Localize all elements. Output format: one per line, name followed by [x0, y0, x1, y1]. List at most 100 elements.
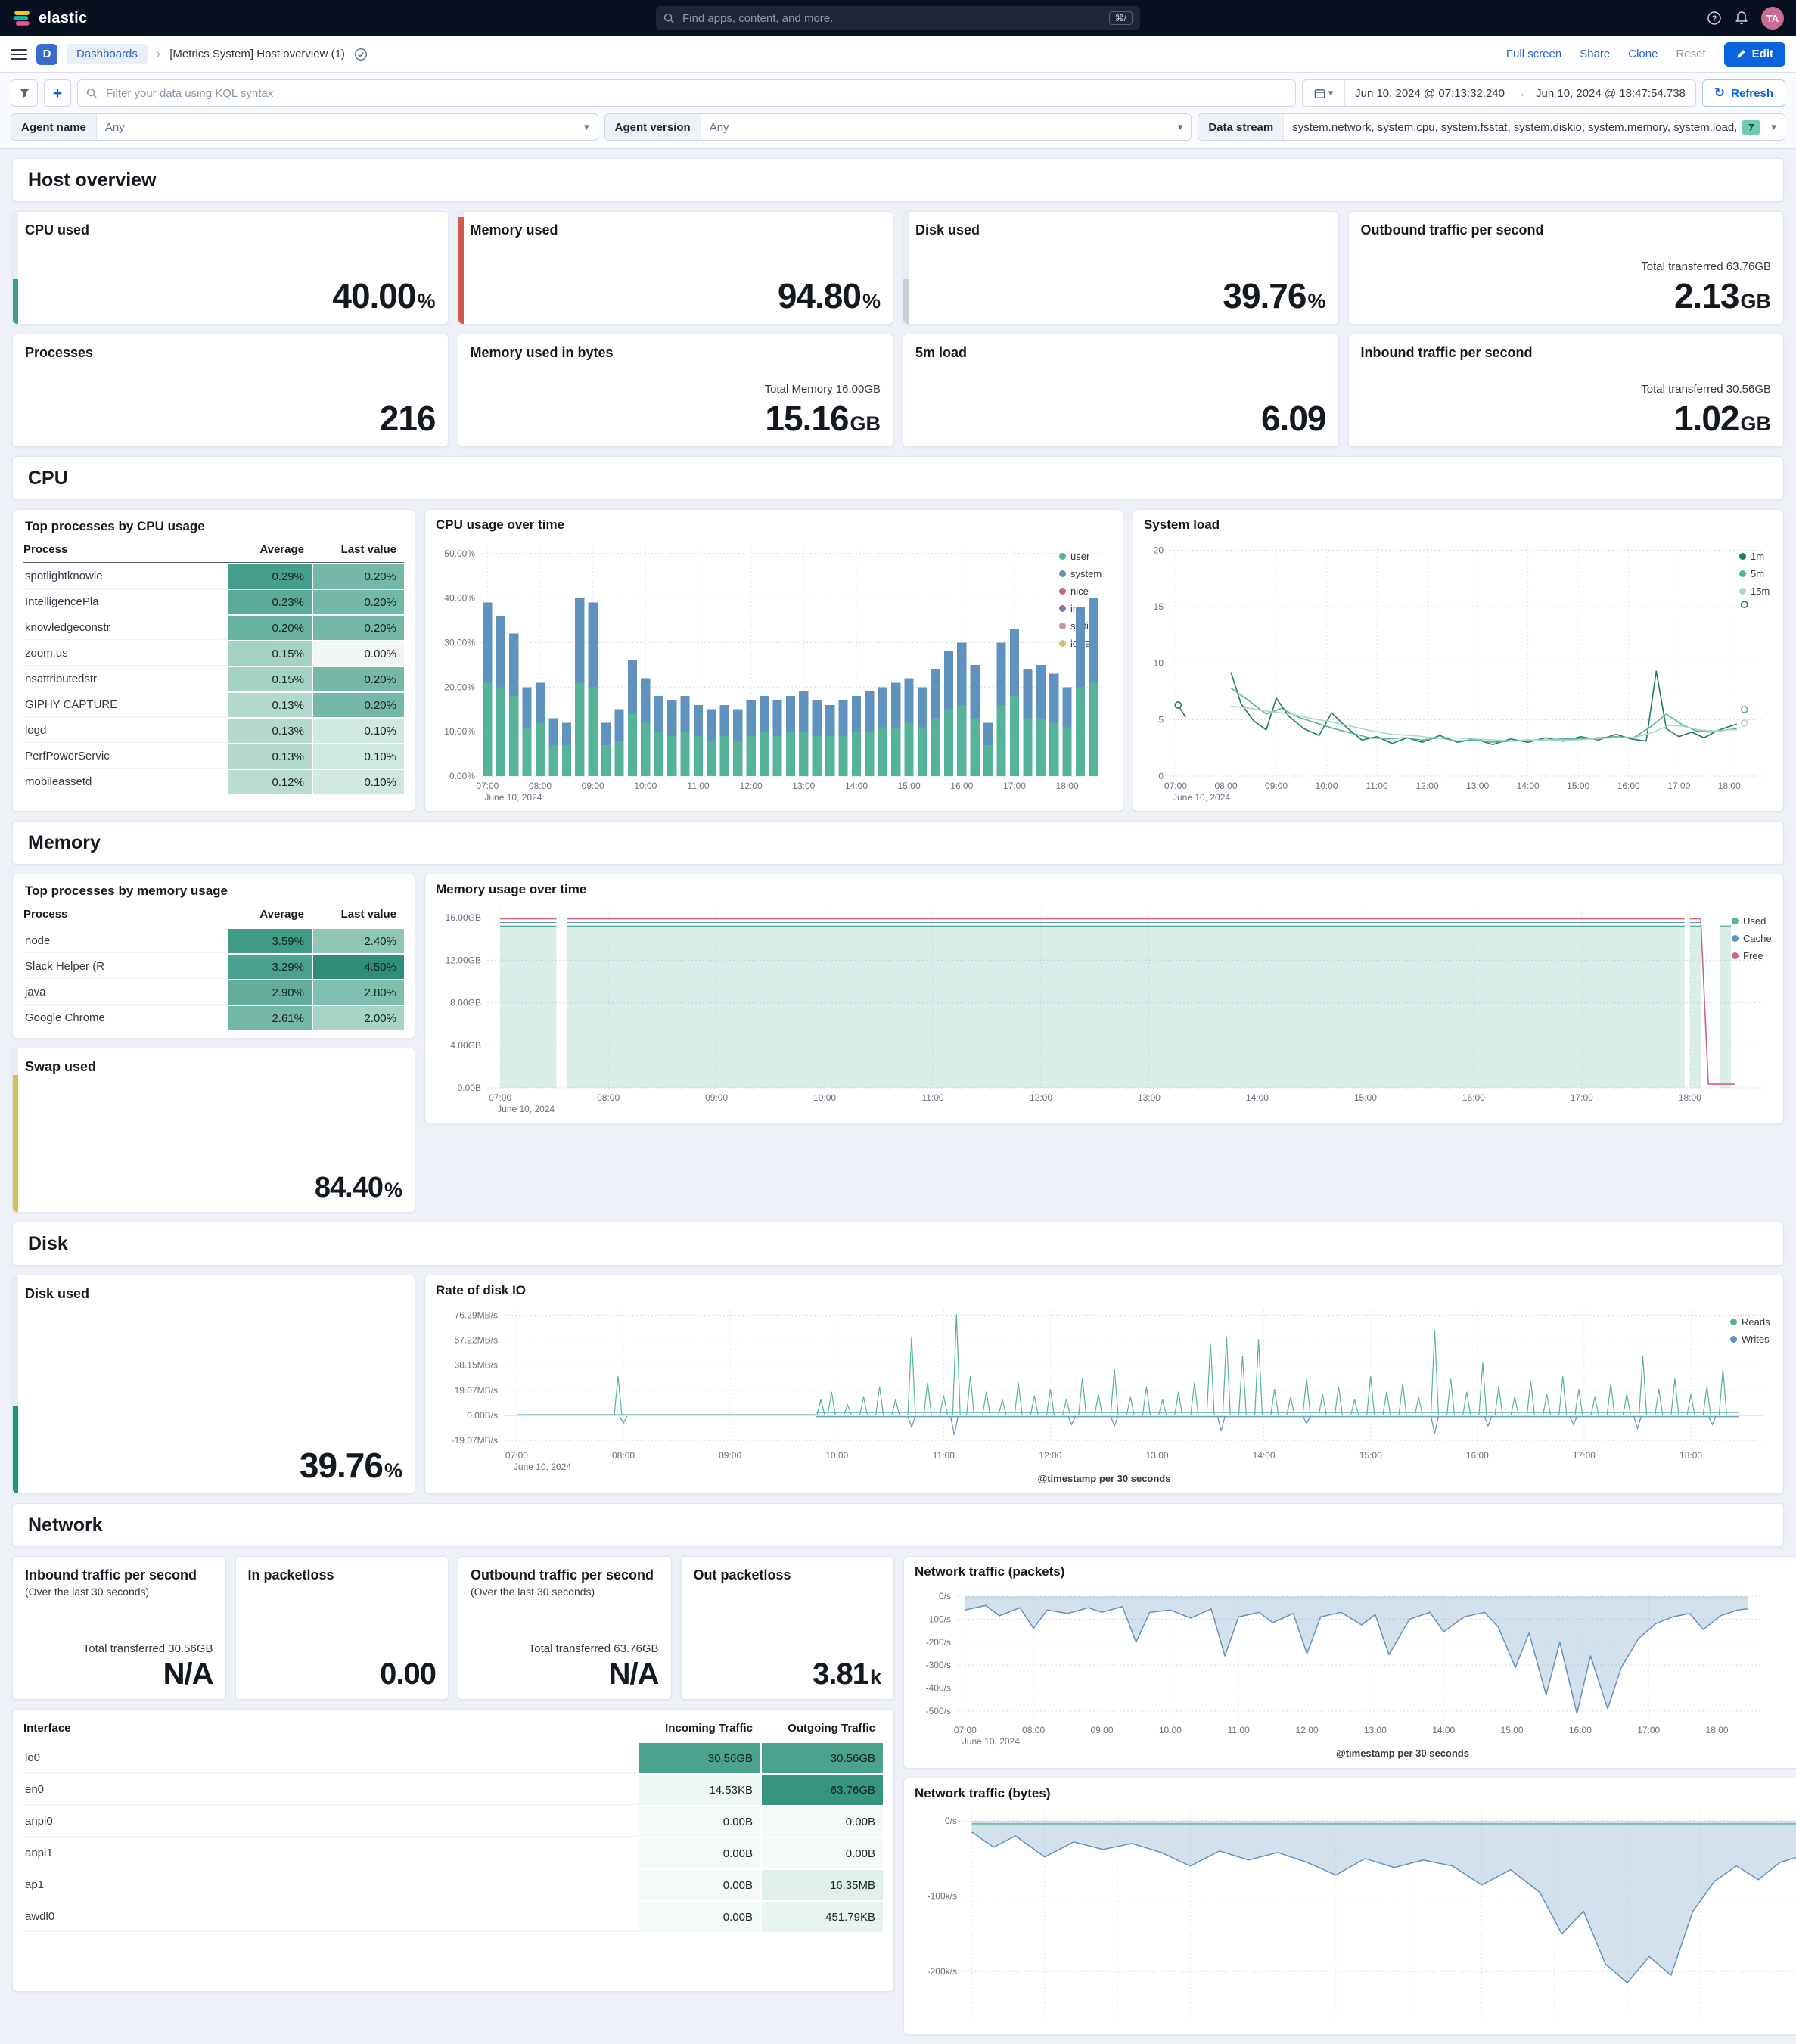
process-name: en0	[23, 1775, 638, 1805]
svg-text:16:00: 16:00	[950, 781, 973, 791]
table-row: GIPHY CAPTURE 0.13% 0.20%	[23, 693, 404, 717]
panel-title: Top processes by memory usage	[25, 884, 228, 898]
memory-process-table-body: node 3.59% 2.40% Slack Helper (R 3.29% 4.50% j…	[23, 929, 404, 1030]
disk-io-chart-panel: Rate of disk IO -19.07MB/s 0.00B/s 19.07MB…	[424, 1275, 1784, 1494]
date-range-end[interactable]: Jun 10, 2024 @ 18:47:54.738	[1526, 87, 1695, 100]
global-search-input[interactable]	[681, 11, 1103, 26]
metric-panel-outbound-traffic-per-second: Outbound traffic per second (Over the las…	[458, 1556, 672, 1700]
metric-value: 2.13 GB	[1674, 275, 1771, 316]
space-badge[interactable]: D	[36, 43, 57, 65]
panel-title: Top processes by CPU usage	[25, 519, 205, 533]
user-avatar[interactable]: TA	[1761, 7, 1784, 30]
breadcrumb-dashboards[interactable]: Dashboards	[67, 44, 148, 64]
svg-text:17:00: 17:00	[1637, 1725, 1660, 1735]
metric-panel-5m-load: 5m load 6.09	[903, 334, 1339, 447]
svg-text:11:00: 11:00	[921, 1092, 943, 1103]
full-screen-link[interactable]: Full screen	[1506, 48, 1561, 61]
notifications-icon[interactable]	[1734, 11, 1749, 26]
svg-text:08:00: 08:00	[612, 1450, 635, 1461]
network-metric-cards: Inbound traffic per second (Over the last…	[12, 1556, 894, 1700]
refresh-button[interactable]: ↻ Refresh	[1701, 79, 1785, 107]
svg-text:June 10, 2024: June 10, 2024	[1173, 792, 1230, 803]
query-bar: + ▾ Jun 10, 2024 @ 07:13:32.240 → Jun 10…	[0, 73, 1796, 149]
metric-sublabel: Total transferred 30.56GB	[1641, 383, 1771, 396]
heat-cell: 0.20%	[313, 667, 404, 691]
clone-link[interactable]: Clone	[1628, 48, 1658, 61]
svg-text:0/s: 0/s	[945, 1816, 957, 1826]
heat-cell: 0.20%	[313, 590, 404, 614]
svg-text:12:00: 12:00	[740, 781, 763, 791]
process-name: awdl0	[23, 1902, 638, 1932]
metric-subtitle: (Over the last 30 seconds)	[471, 1586, 595, 1598]
date-range-start[interactable]: Jun 10, 2024 @ 07:13:32.240	[1345, 87, 1515, 100]
reset-link[interactable]: Reset	[1676, 48, 1705, 61]
svg-text:13:00: 13:00	[792, 781, 815, 791]
metric-number: 3.81	[813, 1657, 869, 1691]
svg-text:10:00: 10:00	[1316, 781, 1338, 791]
filter-menu-button[interactable]	[11, 79, 38, 107]
svg-text:07:00: 07:00	[954, 1725, 977, 1735]
kql-filter-input[interactable]	[104, 85, 1288, 101]
shortcut-hint: ⌘/	[1108, 11, 1133, 25]
svg-text:10:00: 10:00	[813, 1092, 836, 1103]
heat-cell: 0.13%	[228, 719, 312, 743]
table-row: knowledgeconstr 0.20% 0.20%	[23, 616, 404, 640]
control-data-stream[interactable]: Data stream system.network, system.cpu, …	[1198, 113, 1786, 141]
process-name: lo0	[23, 1743, 638, 1773]
svg-text:12:00: 12:00	[1296, 1725, 1319, 1735]
heat-cell: 14.53KB	[639, 1775, 760, 1805]
dashboard-menu-icon[interactable]	[354, 48, 368, 61]
control-agent-name[interactable]: Agent name Any ▾	[11, 113, 598, 141]
metric-panel-memory-used: Memory used 94.80%	[457, 211, 893, 325]
table-row: IntelligencePla 0.23% 0.20%	[23, 590, 404, 614]
svg-text:15:00: 15:00	[1354, 1092, 1377, 1103]
svg-text:40.00%: 40.00%	[444, 593, 475, 604]
svg-text:15:00: 15:00	[1567, 781, 1589, 791]
network-packets-chart-panel: Network traffic (packets) 0/s -100/s -200/…	[903, 1556, 1796, 1769]
metric-number: N/A	[163, 1657, 214, 1691]
add-filter-button[interactable]: +	[44, 79, 71, 107]
heat-cell: 2.80%	[313, 980, 404, 1005]
metric-progress-strip	[13, 1275, 18, 1493]
cpu-section-title: CPU	[28, 467, 68, 489]
heat-cell: 30.56GB	[639, 1743, 760, 1773]
heat-cell: 0.12%	[228, 770, 312, 794]
heat-cell: 2.00%	[313, 1006, 404, 1030]
elastic-brand[interactable]: elastic	[12, 8, 87, 28]
interface-table-panel: Interface Incoming Traffic Outgoing Traf…	[12, 1709, 894, 1992]
metric-title: Disk used	[25, 1286, 90, 1301]
metric-title: Outbound traffic per second	[1360, 222, 1544, 238]
svg-text:June 10, 2024: June 10, 2024	[484, 792, 542, 803]
svg-text:07:00: 07:00	[1164, 781, 1187, 791]
svg-text:-100/s: -100/s	[926, 1614, 951, 1624]
table-row: en0 14.53KB 63.76GB	[23, 1775, 883, 1805]
metric-number: 40.00	[332, 276, 416, 315]
heat-cell: 3.59%	[228, 929, 312, 953]
pencil-icon	[1736, 49, 1746, 59]
svg-text:10:00: 10:00	[825, 1450, 848, 1461]
memory-section-title: Memory	[28, 831, 101, 853]
metric-unit: GB	[1740, 412, 1772, 435]
edit-button[interactable]: Edit	[1723, 42, 1785, 67]
svg-text:13:00: 13:00	[1138, 1092, 1161, 1103]
svg-text:13:00: 13:00	[1146, 1450, 1169, 1461]
metric-value-block: 0.00	[380, 1657, 437, 1691]
metric-value: 216	[380, 398, 437, 439]
metric-panel-inbound-traffic-per-second: Inbound traffic per second (Over the last…	[12, 1556, 226, 1700]
metric-value-block: 3.81 k	[813, 1657, 881, 1691]
help-icon[interactable]: ?	[1707, 11, 1722, 26]
table-row: node 3.59% 2.40%	[23, 929, 404, 953]
svg-text:14:00: 14:00	[845, 781, 868, 791]
x-axis-label: @timestamp per 30 seconds	[1037, 1473, 1171, 1484]
heat-cell: 0.23%	[228, 590, 312, 614]
global-search[interactable]: ⌘/	[656, 6, 1140, 30]
control-agent-version[interactable]: Agent version Any ▾	[604, 113, 1192, 141]
svg-text:-200/s: -200/s	[926, 1637, 951, 1648]
heat-cell: 0.20%	[313, 693, 404, 717]
calendar-button[interactable]: ▾	[1303, 80, 1346, 106]
metric-title: Memory used	[470, 222, 558, 238]
cpu-section-header-panel: CPU	[12, 456, 1784, 500]
nav-menu-icon[interactable]	[11, 48, 27, 60]
share-link[interactable]: Share	[1580, 48, 1610, 61]
svg-text:16:00: 16:00	[1466, 1450, 1489, 1461]
